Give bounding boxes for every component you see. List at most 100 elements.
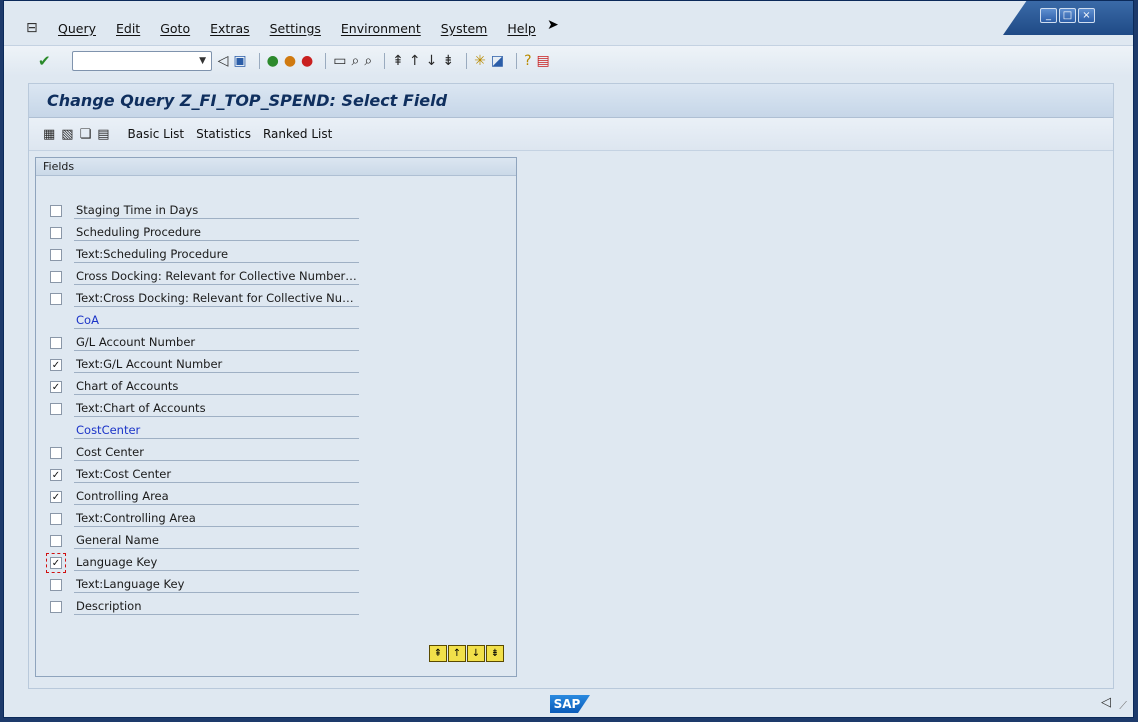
field-checkbox[interactable]	[50, 293, 62, 305]
field-catalog-icon[interactable]: ❏	[80, 127, 92, 142]
menu-environment[interactable]: Environment	[341, 21, 421, 36]
field-label: Staging Time in Days	[74, 203, 359, 219]
field-row: ✓ Text:G/L Account Number	[50, 354, 359, 376]
field-label: Text:Scheduling Procedure	[74, 247, 359, 263]
field-label: Description	[74, 599, 359, 615]
field-label: General Name	[74, 533, 359, 549]
layout-icon[interactable]: ▤	[537, 53, 550, 69]
field-row: Description	[50, 596, 359, 618]
previous-page-icon[interactable]: ↑	[409, 53, 421, 69]
field-label: Cross Docking: Relevant for Collective N…	[74, 269, 359, 285]
sap-logo: SAP	[550, 695, 590, 713]
field-checkbox[interactable]	[50, 579, 62, 591]
basic-list-button[interactable]: Basic List	[128, 127, 185, 141]
help-icon[interactable]: ?	[524, 53, 531, 69]
field-checkbox[interactable]: ✓	[50, 469, 62, 481]
next-page-icon[interactable]: ↓	[426, 53, 438, 69]
title-bar: Change Query Z_FI_TOP_SPEND: Select Fiel…	[29, 84, 1113, 118]
statistics-button[interactable]: Statistics	[196, 127, 251, 141]
field-row: Scheduling Procedure	[50, 222, 359, 244]
system-toolbar: ✔ ▼ ◁ ▣ ● ● ● ▭ ⌕ ⌕ ⇞ ↑ ↓ ⇟ ✳ ◪ ? ▤	[4, 45, 1133, 76]
application-toolbar: ▦ ▧ ❏ ▤ Basic List Statistics Ranked Lis…	[29, 118, 1113, 151]
field-checkbox[interactable]	[50, 535, 62, 547]
field-checkbox[interactable]	[50, 205, 62, 217]
find-icon[interactable]: ⌕	[351, 53, 359, 69]
menu-settings[interactable]: Settings	[270, 21, 321, 36]
field-row: ✓ Chart of Accounts	[50, 376, 359, 398]
exit-icon[interactable]: ●	[284, 53, 296, 69]
group-row: CostCenter	[74, 420, 359, 442]
save-icon[interactable]: ▣	[233, 53, 246, 69]
field-checkbox[interactable]	[50, 337, 62, 349]
field-label: Text:Chart of Accounts	[74, 401, 359, 417]
back-green-icon[interactable]: ●	[267, 53, 279, 69]
field-checkbox[interactable]: ✓	[50, 491, 62, 503]
back-icon[interactable]: ◁	[218, 53, 229, 69]
menu-extras[interactable]: Extras	[210, 21, 250, 36]
field-checkbox[interactable]	[50, 513, 62, 525]
ranked-list-button[interactable]: Ranked List	[263, 127, 332, 141]
panel-nav-buttons: ⇞ ↑ ↓ ⇟	[429, 645, 504, 662]
field-checkbox[interactable]	[50, 601, 62, 613]
menu-help[interactable]: Help	[507, 21, 536, 36]
menu-edit[interactable]: Edit	[116, 21, 140, 36]
fields-panel-header: Fields	[36, 158, 516, 176]
field-checkbox[interactable]: ✓	[46, 553, 66, 573]
window-controls: _ □ ×	[1040, 8, 1095, 23]
field-label: Controlling Area	[74, 489, 359, 505]
display-icon[interactable]: ▤	[97, 127, 109, 142]
menu-query[interactable]: Query	[58, 21, 96, 36]
status-arrow-icon[interactable]: ◁	[1101, 695, 1111, 710]
menu-bar: ⊟ Query Edit Goto Extras Settings Enviro…	[4, 13, 1003, 43]
first-page-button[interactable]: ⇞	[429, 645, 447, 662]
field-checkbox[interactable]	[50, 271, 62, 283]
field-label: G/L Account Number	[74, 335, 359, 351]
field-row: Text:Scheduling Procedure	[50, 244, 359, 266]
field-row: Text:Controlling Area	[50, 508, 359, 530]
deselect-all-icon[interactable]: ▧	[61, 127, 73, 142]
menu-system[interactable]: System	[441, 21, 488, 36]
group-label: CoA	[74, 313, 359, 329]
field-checkbox[interactable]: ✓	[50, 359, 62, 371]
shortcut-icon[interactable]: ◪	[491, 53, 504, 69]
last-page-button[interactable]: ⇟	[486, 645, 504, 662]
field-checkbox[interactable]: ✓	[50, 381, 62, 393]
main-area: Change Query Z_FI_TOP_SPEND: Select Fiel…	[28, 83, 1114, 689]
close-button[interactable]: ×	[1078, 8, 1095, 23]
create-session-icon[interactable]: ✳	[474, 53, 486, 69]
sap-window: _ □ × ⊟ Query Edit Goto Extras Settings …	[3, 0, 1134, 718]
enter-icon[interactable]: ✔	[38, 53, 51, 69]
field-checkbox[interactable]	[50, 447, 62, 459]
chevron-down-icon[interactable]: ▼	[195, 52, 211, 70]
page-title: Change Query Z_FI_TOP_SPEND: Select Fiel…	[47, 91, 448, 110]
status-bar: SAP ◁ ⟋	[4, 691, 1133, 717]
field-label: Text:Language Key	[74, 577, 359, 593]
mouse-cursor-icon: ➤	[547, 17, 559, 33]
menu-icon[interactable]: ⊟	[26, 20, 44, 36]
field-label: Text:G/L Account Number	[74, 357, 359, 373]
field-checkbox[interactable]	[50, 249, 62, 261]
minimize-button[interactable]: _	[1040, 8, 1057, 23]
previous-page-button[interactable]: ↑	[448, 645, 466, 662]
menu-goto[interactable]: Goto	[160, 21, 190, 36]
next-page-button[interactable]: ↓	[467, 645, 485, 662]
cancel-icon[interactable]: ●	[301, 53, 313, 69]
last-page-icon[interactable]: ⇟	[442, 53, 454, 69]
print-icon[interactable]: ▭	[333, 53, 346, 69]
maximize-button[interactable]: □	[1059, 8, 1076, 23]
find-next-icon[interactable]: ⌕	[364, 53, 372, 69]
field-label: Text:Cost Center	[74, 467, 359, 483]
field-row: Staging Time in Days	[50, 200, 359, 222]
resize-grip-icon[interactable]: ⟋	[1119, 699, 1127, 713]
field-label: Chart of Accounts	[74, 379, 359, 395]
field-row: Cost Center	[50, 442, 359, 464]
command-field[interactable]: ▼	[71, 51, 212, 71]
field-checkbox[interactable]	[50, 403, 62, 415]
select-all-icon[interactable]: ▦	[43, 127, 55, 142]
first-page-icon[interactable]: ⇞	[392, 53, 404, 69]
field-label: Language Key	[74, 555, 359, 571]
field-checkbox[interactable]	[50, 227, 62, 239]
field-row: Text:Language Key	[50, 574, 359, 596]
group-row: CoA	[74, 310, 359, 332]
field-row: Cross Docking: Relevant for Collective N…	[50, 266, 359, 288]
